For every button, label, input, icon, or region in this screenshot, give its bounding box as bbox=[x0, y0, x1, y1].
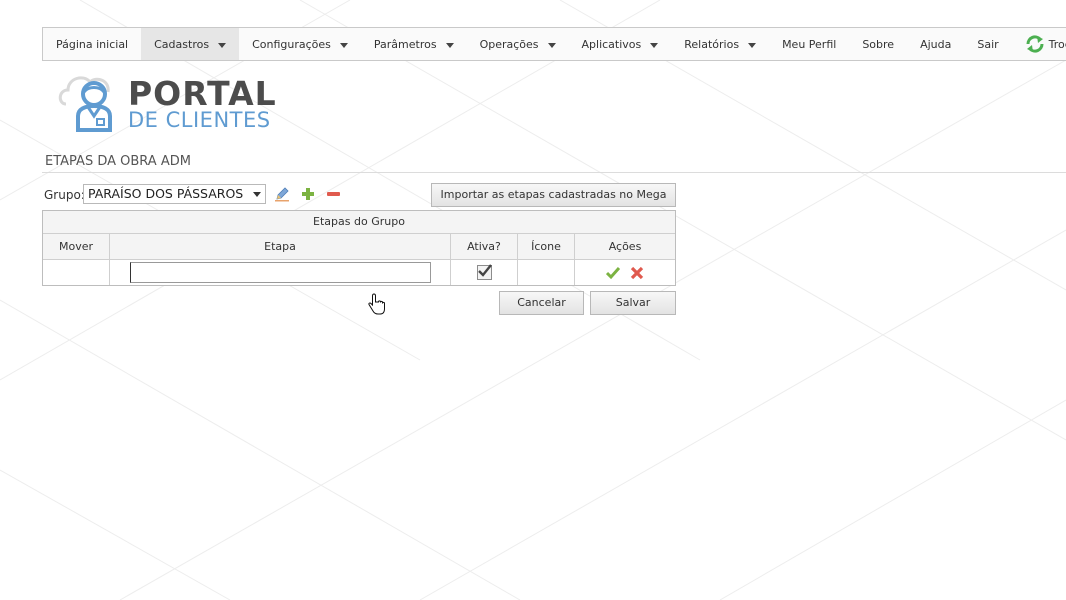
chevron-down-icon bbox=[339, 43, 348, 48]
row-icone-cell bbox=[518, 260, 575, 285]
grid-header-row: Mover Etapa Ativa? Ícone Ações bbox=[43, 234, 675, 260]
nav-item-operacoes[interactable]: Operações bbox=[467, 28, 569, 60]
nav-item-meu-perfil[interactable]: Meu Perfil bbox=[769, 28, 849, 60]
top-navigation: Página inicial Cadastros Configurações P… bbox=[42, 27, 1066, 61]
hand-pointer-cursor-icon bbox=[368, 293, 385, 315]
column-header-acoes: Ações bbox=[608, 240, 642, 253]
save-button[interactable]: Salvar bbox=[590, 291, 676, 315]
import-steps-button[interactable]: Importar as etapas cadastradas no Mega bbox=[431, 183, 676, 207]
table-row bbox=[43, 260, 675, 285]
nav-item-ajuda[interactable]: Ajuda bbox=[907, 28, 964, 60]
nav-item-label: Sair bbox=[977, 37, 999, 51]
chevron-down-icon bbox=[218, 43, 227, 48]
nav-item-label: Operações bbox=[479, 37, 539, 51]
chevron-down-icon bbox=[253, 192, 261, 197]
chevron-down-icon bbox=[650, 43, 659, 48]
steps-grid: Etapas do Grupo Mover Etapa Ativa? Ícone… bbox=[42, 210, 676, 286]
cancel-button[interactable]: Cancelar bbox=[499, 291, 584, 315]
column-header-etapa: Etapa bbox=[110, 234, 451, 259]
logo-text-de-clientes: DE CLIENTES bbox=[128, 108, 271, 132]
group-select-value: PARAÍSO DOS PÁSSAROS bbox=[88, 186, 244, 201]
column-header-icone: Ícone bbox=[518, 234, 575, 259]
nav-item-label: Trocar P bbox=[1048, 37, 1066, 51]
grid-caption: Etapas do Grupo bbox=[43, 211, 675, 234]
logo-text-portal: PORTAL bbox=[128, 74, 277, 113]
column-header-mover: Mover bbox=[43, 234, 110, 259]
etapa-input[interactable] bbox=[129, 262, 431, 283]
delete-x-icon[interactable] bbox=[630, 266, 644, 280]
chevron-down-icon bbox=[445, 43, 454, 48]
refresh-icon bbox=[1026, 35, 1044, 53]
nav-item-parametros[interactable]: Parâmetros bbox=[361, 28, 467, 60]
nav-item-label: Configurações bbox=[252, 37, 331, 51]
row-etapa-cell bbox=[110, 260, 451, 285]
title-divider bbox=[42, 172, 1066, 173]
nav-item-trocar[interactable]: Trocar P bbox=[1012, 28, 1066, 60]
nav-item-label: Cadastros bbox=[154, 37, 210, 51]
user-cloud-icon bbox=[58, 76, 112, 132]
group-label: Grupo: bbox=[44, 188, 85, 202]
column-header-ativa: Ativa? bbox=[451, 234, 518, 259]
chevron-down-icon bbox=[748, 43, 757, 48]
nav-item-pagina-inicial[interactable]: Página inicial bbox=[43, 28, 141, 60]
nav-item-sobre[interactable]: Sobre bbox=[849, 28, 907, 60]
confirm-check-icon[interactable] bbox=[606, 266, 620, 280]
nav-item-label: Página inicial bbox=[56, 37, 129, 51]
remove-minus-icon[interactable] bbox=[325, 186, 341, 202]
nav-item-cadastros[interactable]: Cadastros bbox=[141, 28, 240, 60]
nav-item-aplicativos[interactable]: Aplicativos bbox=[569, 28, 672, 60]
row-ativa-cell bbox=[451, 260, 518, 285]
portal-logo: PORTAL DE CLIENTES bbox=[58, 72, 288, 136]
add-plus-icon[interactable] bbox=[300, 186, 316, 202]
nav-item-sair[interactable]: Sair bbox=[964, 28, 1011, 60]
nav-item-label: Relatórios bbox=[684, 37, 740, 51]
chevron-down-icon bbox=[547, 43, 556, 48]
edit-pencil-icon[interactable] bbox=[274, 186, 290, 202]
group-select[interactable]: PARAÍSO DOS PÁSSAROS bbox=[83, 184, 266, 204]
checkmark-icon bbox=[477, 264, 492, 277]
nav-item-label: Parâmetros bbox=[373, 37, 437, 51]
nav-item-relatorios[interactable]: Relatórios bbox=[671, 28, 769, 60]
nav-item-label: Ajuda bbox=[920, 37, 952, 51]
ativa-checkbox[interactable] bbox=[476, 264, 492, 280]
page-title: ETAPAS DA OBRA ADM bbox=[45, 154, 191, 169]
nav-item-label: Aplicativos bbox=[581, 37, 642, 51]
row-move-cell bbox=[43, 260, 110, 285]
row-actions-cell bbox=[575, 260, 675, 285]
nav-item-label: Meu Perfil bbox=[782, 37, 837, 51]
nav-item-label: Sobre bbox=[862, 37, 895, 51]
nav-item-configuracoes[interactable]: Configurações bbox=[239, 28, 361, 60]
